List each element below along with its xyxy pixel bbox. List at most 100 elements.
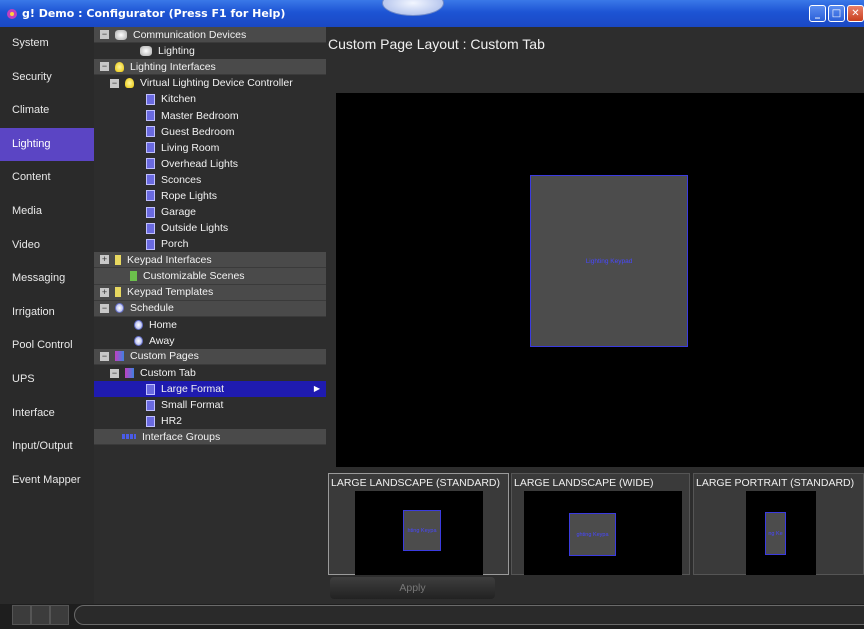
layout-canvas[interactable]: Lighting Keypad [336,93,864,467]
expand-icon[interactable]: + [100,255,109,265]
tree-row[interactable]: Sconces [94,172,326,188]
nav-item-pool-control[interactable]: Pool Control [0,329,94,363]
tree-row[interactable]: Overhead Lights [94,156,326,172]
nav-item-messaging[interactable]: Messaging [0,262,94,296]
lighting-keypad-widget[interactable]: Lighting Keypad [530,175,688,347]
tree-row[interactable]: Large Format ▶ [94,381,326,398]
window-title: g! Demo : Configurator (Press F1 for Hel… [22,7,286,20]
tree-row[interactable]: − Schedule [94,300,326,317]
nav-item-irrigation[interactable]: Irrigation [0,296,94,330]
tree-row[interactable]: Garage [94,204,326,220]
tree-row[interactable]: Lighting [94,43,326,59]
clock-icon [134,319,143,330]
doc-icon [146,142,155,154]
thumb-keypad-label: ghting Keypa [576,531,609,538]
nav-item-ups[interactable]: UPS [0,363,94,397]
thumb-screen: ng Ke [746,491,816,575]
tree-row[interactable]: − Lighting Interfaces [94,59,326,76]
tree-row-label: Overhead Lights [161,157,239,170]
thumb-keypad: ng Ke [765,512,786,555]
tree-row[interactable]: Porch [94,236,326,252]
clock-icon [115,303,124,314]
thumb-large-landscape-wide[interactable]: LARGE LANDSCAPE (WIDE) ghting Keypa [511,473,690,575]
status-cell [12,605,31,625]
collapse-icon[interactable]: − [110,368,119,378]
tree-row[interactable]: HR2 [94,413,326,429]
tree-row[interactable]: Outside Lights [94,220,326,236]
tree-row[interactable]: Home [94,317,326,333]
tree-row[interactable]: − Communication Devices [94,27,326,44]
tree-row[interactable]: Living Room [94,140,326,156]
title-decoration [382,0,444,16]
nav-item-system[interactable]: System [0,27,94,61]
doc-icon [146,415,155,427]
tree-row[interactable]: Guest Bedroom [94,124,326,140]
tree-row[interactable]: Away [94,333,326,349]
progress-track [74,605,864,625]
maximize-icon[interactable]: □ [828,5,845,22]
thumb-large-landscape-standard[interactable]: LARGE LANDSCAPE (STANDARD) hting Keypa [328,473,509,575]
tree-row-label: Home [149,318,178,331]
tree-row-label: Garage [161,206,197,219]
device-tree: − Communication Devices Lighting − Lighting … [94,27,327,604]
tree-row[interactable]: Customizable Scenes [94,268,326,285]
bulb-icon [125,78,134,89]
expand-icon[interactable]: + [100,287,109,297]
nav-item-lighting[interactable]: Lighting [0,127,94,162]
nav-item-media[interactable]: Media [0,195,94,229]
doc-icon [146,174,155,186]
status-cell [31,605,50,625]
nav-item-interface[interactable]: Interface [0,397,94,431]
tree-row[interactable]: − Virtual Lighting Device Controller [94,75,326,91]
left-nav: System Security Climate Lighting Content Medi… [0,27,95,604]
tree-row-label: Living Room [161,141,220,154]
format-thumbnails: LARGE LANDSCAPE (STANDARD) hting Keypa L… [326,473,864,575]
nav-item-event-mapper[interactable]: Event Mapper [0,464,94,498]
tree-row-label: HR2 [161,415,183,428]
nav-item-climate[interactable]: Climate [0,94,94,128]
page-title: Custom Page Layout : Custom Tab [328,36,545,52]
doc-icon [146,110,155,122]
collapse-icon[interactable]: − [100,351,109,361]
tree-row[interactable]: Rope Lights [94,188,326,204]
tree-row[interactable]: Kitchen [94,91,326,107]
tree-row-label: Sconces [161,173,202,186]
tree-row[interactable]: Small Format [94,397,326,413]
doc-icon [146,383,155,395]
tree-row[interactable]: Interface Groups [94,429,326,446]
nav-item-content[interactable]: Content [0,161,94,195]
tree-row-label: Custom Pages [130,350,199,363]
collapse-icon[interactable]: − [100,303,109,313]
status-bar [0,604,864,629]
nav-item-security[interactable]: Security [0,61,94,95]
tree-row-label: Away [149,334,175,347]
close-icon[interactable]: ✕ [847,5,864,22]
tree-row-label: Keypad Interfaces [127,253,212,266]
tree-row-label: Keypad Templates [127,286,214,299]
app-icon [6,8,18,20]
pages-icon [115,351,124,362]
nav-item-input-output[interactable]: Input/Output [0,430,94,464]
tree-row[interactable]: − Custom Pages [94,348,326,365]
thumb-keypad: hting Keypa [403,510,441,551]
doc-icon [146,222,155,234]
nav-item-video[interactable]: Video [0,229,94,263]
groups-icon [122,434,136,440]
collapse-icon[interactable]: − [100,62,109,72]
doc-icon [146,126,155,138]
title-bar: g! Demo : Configurator (Press F1 for Hel… [0,0,864,27]
tree-row[interactable]: + Keypad Templates [94,284,326,301]
collapse-icon[interactable]: − [100,30,109,40]
collapse-icon[interactable]: − [110,78,119,88]
main-panel: Custom Page Layout : Custom Tab Lighting… [326,27,864,604]
tree-row-label: Outside Lights [161,222,229,235]
doc-icon [146,206,155,218]
tree-row[interactable]: + Keypad Interfaces [94,252,326,269]
thumb-large-portrait-standard[interactable]: LARGE PORTRAIT (STANDARD) ng Ke [693,473,864,575]
tree-row[interactable]: Master Bedroom [94,107,326,123]
tree-row[interactable]: − Custom Tab [94,365,326,381]
minimize-icon[interactable]: _ [809,5,826,22]
tree-row-label: Custom Tab [140,367,196,380]
apply-button[interactable]: Apply [330,577,495,599]
doc-icon [146,399,155,411]
